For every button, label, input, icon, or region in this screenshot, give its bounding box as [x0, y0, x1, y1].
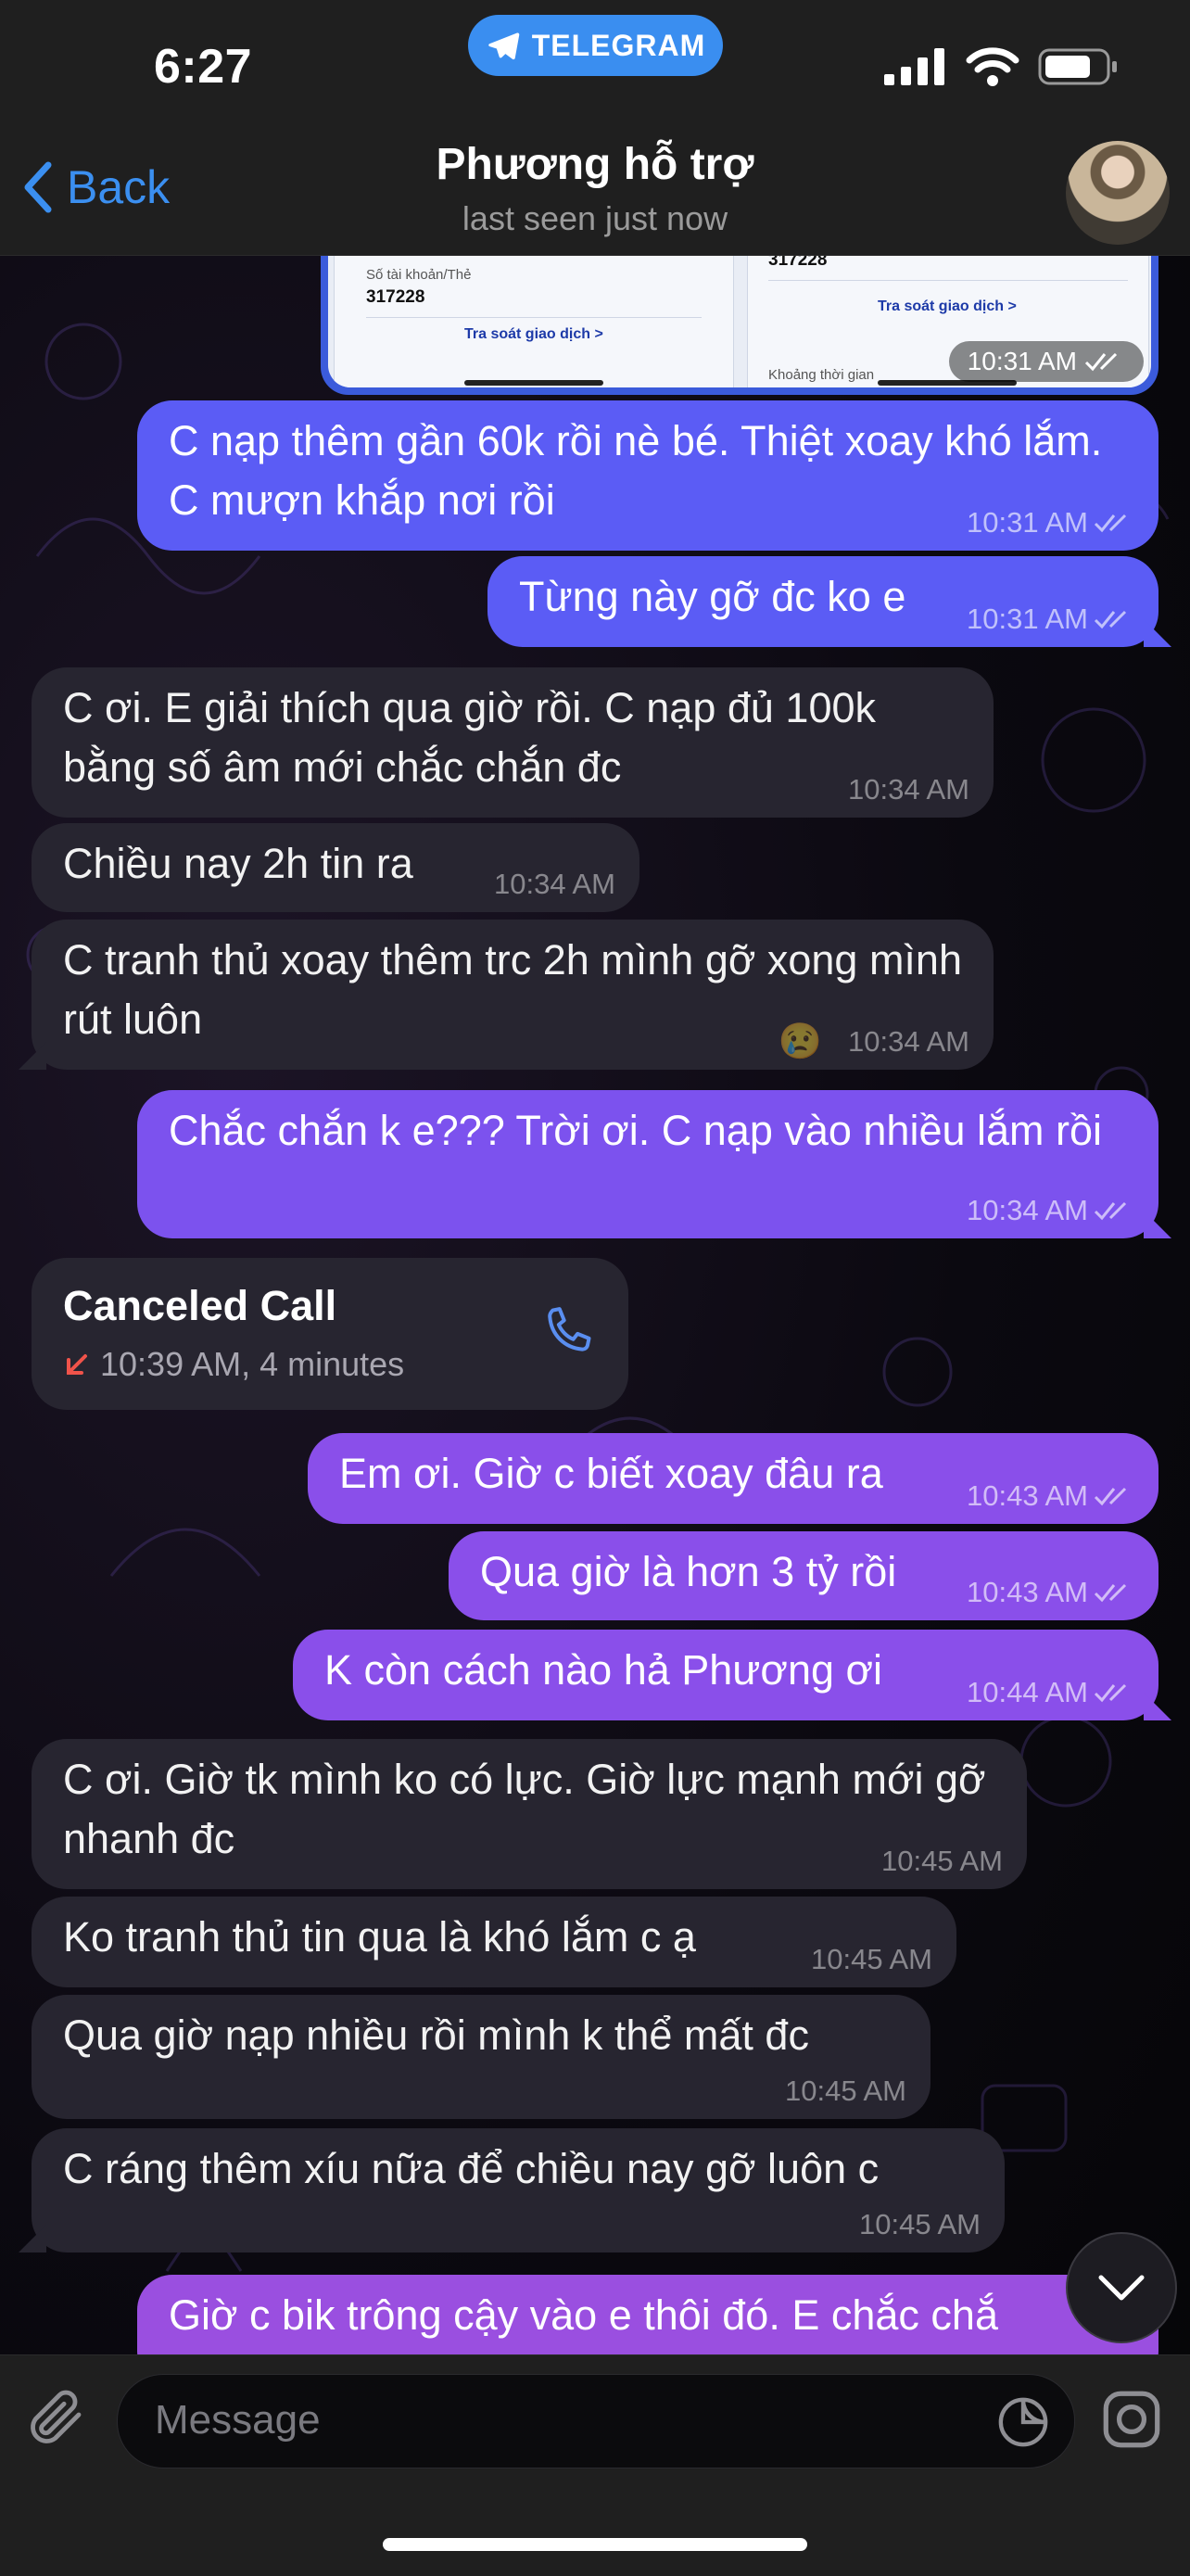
scroll-to-bottom-button[interactable] — [1066, 2232, 1177, 2343]
message-meta: 10:43 AM — [967, 1574, 1134, 1611]
message-meta: 10:34 AM — [848, 771, 969, 808]
message-time: 10:34 AM — [848, 773, 969, 806]
screenshot-left-label: Số tài khoản/Thẻ — [366, 267, 472, 283]
double-check-icon — [1094, 1683, 1127, 1703]
signal-icon — [884, 48, 944, 85]
message-text: C ơi. E giải thích qua giờ rồi. C nạp đủ… — [63, 684, 876, 791]
message-meta: 10:31 AM — [967, 504, 1134, 541]
avatar[interactable] — [1066, 141, 1170, 245]
telegram-plane-icon — [487, 32, 520, 60]
message-bubble-incoming[interactable]: C ơi. Giờ tk mình ko có lực. Giờ lực mạn… — [32, 1739, 1027, 1889]
message-meta: 10:45 AM — [881, 1843, 1003, 1880]
double-check-icon — [1094, 514, 1127, 533]
message-time: 10:31 AM — [967, 506, 1088, 539]
message-text: C ơi. Giờ tk mình ko có lực. Giờ lực mạn… — [63, 1756, 986, 1862]
screenshot-left-link: Tra soát giao dịch > — [464, 326, 603, 342]
message-bubble-incoming[interactable]: Ko tranh thủ tin qua là khó lắm c ạ 10:4… — [32, 1897, 956, 1987]
message-bubble-incoming[interactable]: C ơi. E giải thích qua giờ rồi. C nạp đủ… — [32, 667, 994, 818]
screenshot-right-link: Tra soát giao dịch > — [878, 298, 1017, 314]
top-bar: 6:27 TELEGRAM Back Phương hỗ trợ last se… — [0, 0, 1190, 256]
message-text: Giờ c bik trông cậy vào e thôi đó. E chắ… — [169, 2291, 998, 2339]
paperclip-icon[interactable] — [26, 2383, 93, 2457]
message-text: Ko tranh thủ tin qua là khó lắm c ạ — [63, 1913, 696, 1961]
message-time: 10:44 AM — [967, 1676, 1088, 1708]
canceled-call-message[interactable]: Canceled Call 10:39 AM, 4 minutes — [32, 1258, 628, 1410]
message-time: 10:45 AM — [859, 2208, 981, 2240]
wifi-icon — [966, 47, 1019, 86]
message-meta: 10:45 AM — [785, 2073, 906, 2110]
message-bubble-incoming[interactable]: Chiều nay 2h tin ra 10:34 AM — [32, 823, 639, 912]
telegram-badge[interactable]: TELEGRAM — [468, 15, 723, 76]
message-meta: 😢 10:34 AM — [779, 1023, 969, 1060]
message-bubble-incoming[interactable]: Qua giờ nạp nhiều rồi mình k thể mất đc … — [32, 1995, 930, 2119]
message-time: 10:43 AM — [967, 1479, 1088, 1512]
double-check-icon — [1084, 352, 1118, 372]
message-text: Qua giờ nạp nhiều rồi mình k thể mất đc — [63, 2011, 809, 2059]
message-bubble-incoming[interactable]: C tranh thủ xoay thêm trc 2h mình gỡ xon… — [32, 920, 994, 1070]
message-text: Chắc chắn k e??? Trời ơi. C nạp vào nhiề… — [169, 1107, 1103, 1154]
double-check-icon — [1094, 610, 1127, 629]
screenshot-right-label: Khoảng thời gian — [768, 367, 875, 383]
chat-title: Phương hỗ trợ — [436, 140, 754, 189]
home-indicator — [383, 2538, 807, 2551]
message-meta: 10:45 AM — [859, 2206, 981, 2243]
message-bubble-incoming[interactable]: C ráng thêm xíu nữa để chiều nay gỡ luôn… — [32, 2128, 1005, 2252]
reaction-emoji[interactable]: 😢 — [779, 1023, 822, 1060]
message-time: 10:34 AM — [848, 1025, 969, 1058]
double-check-icon — [1094, 1583, 1127, 1603]
message-meta: 10:34 AM — [967, 1192, 1134, 1229]
message-time: 10:31 AM — [967, 603, 1088, 635]
message-time: 10:45 AM — [881, 1845, 1003, 1877]
screenshot-left-number: 317228 — [366, 287, 425, 307]
double-check-icon — [1094, 1487, 1127, 1506]
message-bubble-outgoing[interactable]: Từng này gỡ đc ko e 10:31 AM — [487, 556, 1158, 647]
message-bubble-outgoing[interactable]: Qua giờ là hơn 3 tỷ rồi 10:43 AM — [449, 1531, 1158, 1620]
telegram-badge-label: TELEGRAM — [531, 28, 706, 62]
phone-icon[interactable] — [534, 1302, 602, 1371]
message-time: 10:45 AM — [811, 1943, 932, 1975]
call-detail-text: 10:39 AM, 4 minutes — [100, 1345, 405, 1383]
message-input-placeholder: Message — [155, 2397, 321, 2443]
call-title: Canceled Call — [63, 1282, 337, 1329]
message-text: C ráng thêm xíu nữa để chiều nay gỡ luôn… — [63, 2145, 880, 2192]
message-meta: 10:45 AM — [811, 1941, 932, 1978]
status-icons — [884, 46, 1120, 87]
message-bubble-outgoing[interactable]: Em ơi. Giờ c biết xoay đâu ra 10:43 AM — [308, 1433, 1158, 1524]
message-meta: 10:44 AM — [967, 1674, 1134, 1711]
image-time-text: 10:31 AM — [967, 347, 1077, 375]
chat-status: last seen just now — [462, 199, 728, 237]
battery-icon — [1038, 48, 1117, 85]
message-bubble-outgoing[interactable]: K còn cách nào hả Phương ơi 10:44 AM — [293, 1630, 1158, 1720]
chevron-down-icon — [1098, 2275, 1145, 2301]
message-bubble-outgoing[interactable]: C nạp thêm gần 60k rồi nè bé. Thiệt xoay… — [137, 400, 1158, 551]
message-meta: 10:31 AM — [967, 601, 1134, 638]
call-detail: 10:39 AM, 4 minutes — [63, 1345, 404, 1384]
missed-call-arrow-icon — [67, 1354, 87, 1375]
sticker-icon[interactable] — [996, 2395, 1050, 2449]
message-meta: 10:34 AM — [494, 866, 615, 903]
message-time: 10:45 AM — [785, 2075, 906, 2107]
message-meta: 10:43 AM — [967, 1478, 1134, 1515]
message-input[interactable]: Message — [117, 2374, 1075, 2468]
message-time: 10:43 AM — [967, 1576, 1088, 1608]
composer-bar: Message — [0, 2354, 1190, 2576]
double-check-icon — [1094, 1201, 1127, 1221]
chat-title-block[interactable]: Phương hỗ trợ last seen just now — [0, 139, 1190, 238]
image-timestamp: 10:31 AM — [948, 341, 1144, 382]
image-message[interactable]: Số tài khoản/Thẻ 317228 Tra soát giao dị… — [321, 232, 1158, 395]
message-time: 10:34 AM — [494, 868, 615, 900]
status-time: 6:27 — [154, 40, 253, 94]
message-bubble-outgoing[interactable]: Chắc chắn k e??? Trời ơi. C nạp vào nhiề… — [137, 1090, 1158, 1238]
message-time: 10:34 AM — [967, 1194, 1088, 1226]
camera-icon[interactable] — [1099, 2387, 1164, 2452]
